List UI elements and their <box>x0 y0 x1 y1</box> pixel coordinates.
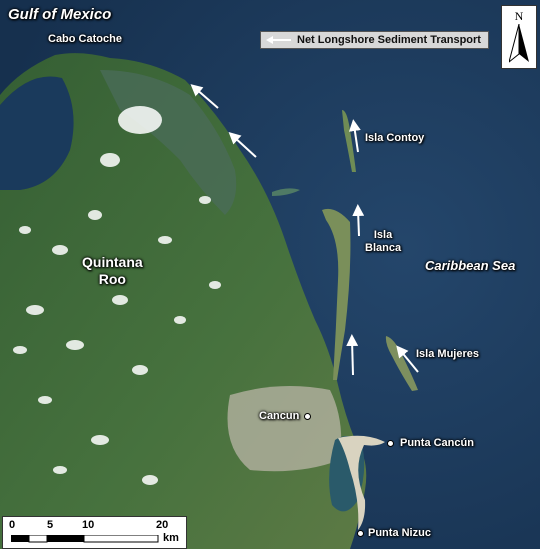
isla-mujeres-label: Isla Mujeres <box>416 348 479 360</box>
cancun-marker <box>304 413 311 420</box>
scale-tick-10: 10 <box>82 519 95 531</box>
transport-arrow-icon <box>352 204 365 237</box>
cabo-catoche-label: Cabo Catoche <box>48 33 122 45</box>
legend-label: Net Longshore Sediment Transport <box>297 34 481 46</box>
transport-arrow-icon <box>190 84 219 109</box>
scale-tick-0: 0 <box>9 519 16 531</box>
north-arrow-icon <box>509 24 529 63</box>
isla-blanca-line-1: Isla <box>373 229 393 241</box>
transport-arrow-icon <box>228 131 257 158</box>
scale-unit: km <box>163 532 179 544</box>
arrow-left-icon <box>266 36 291 44</box>
scale-bar: 0 5 10 20 km <box>2 516 187 549</box>
sediment-arrows <box>190 84 419 376</box>
quintana-roo-line-1: Quintana <box>82 254 143 270</box>
satellite-map: Gulf of Mexico Cabo Catoche Quintana Roo… <box>0 0 540 549</box>
caribbean-sea-label: Caribbean Sea <box>425 258 516 273</box>
isla-blanca-label: Isla Blanca <box>365 229 401 255</box>
scale-tick-5: 5 <box>47 519 54 531</box>
isla-blanca-line-2: Blanca <box>365 242 402 254</box>
north-letter: N <box>514 9 524 23</box>
punta-nizuc-marker <box>357 530 364 537</box>
cancun-label: Cancun <box>259 410 300 422</box>
gulf-of-mexico-label: Gulf of Mexico <box>8 6 112 23</box>
transport-arrow-icon <box>348 119 361 153</box>
scale-tick-20: 20 <box>156 519 169 531</box>
quintana-roo-label: Quintana Roo <box>82 254 143 288</box>
punta-cancun-label: Punta Cancún <box>400 437 474 449</box>
punta-cancun-marker <box>387 440 394 447</box>
scale-bar-graphic <box>11 535 159 543</box>
transport-arrow-icon <box>346 334 359 376</box>
legend: Net Longshore Sediment Transport <box>260 31 489 49</box>
north-arrow: N <box>501 5 537 69</box>
punta-nizuc-label: Punta Nizuc <box>368 527 431 539</box>
quintana-roo-line-2: Roo <box>98 271 126 287</box>
isla-contoy-label: Isla Contoy <box>365 132 425 144</box>
